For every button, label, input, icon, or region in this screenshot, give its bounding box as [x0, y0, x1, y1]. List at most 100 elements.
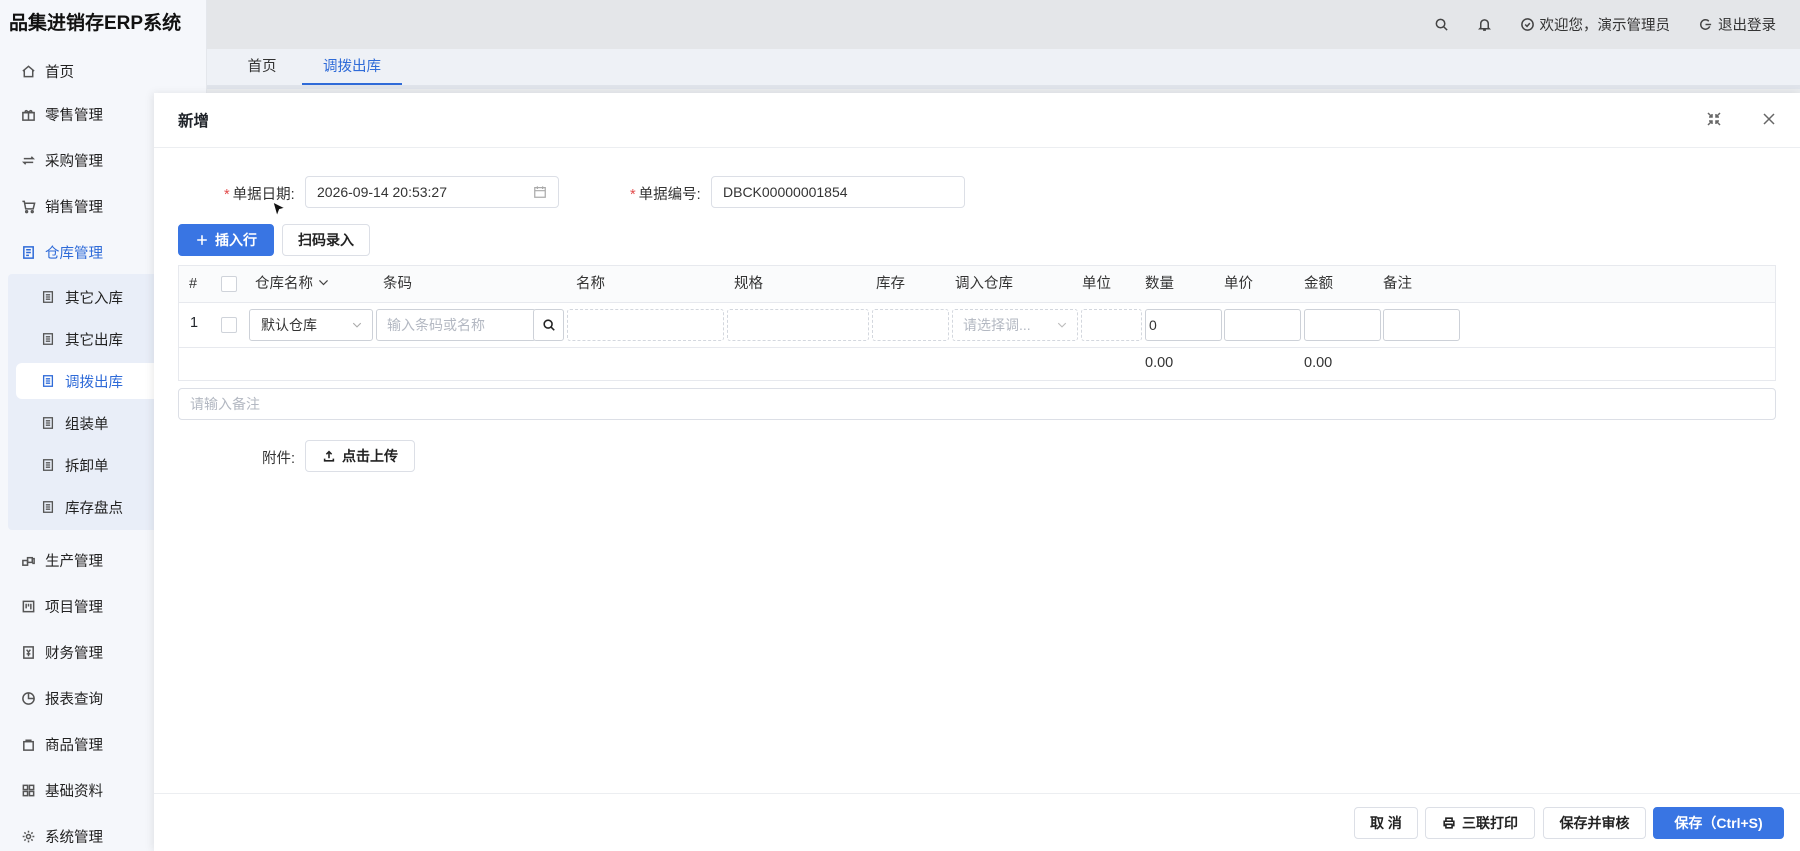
document-icon	[40, 499, 56, 515]
gift-icon	[20, 106, 36, 122]
qty-total: 0.00	[1145, 355, 1174, 371]
select-all-checkbox[interactable]	[221, 276, 237, 292]
price-input[interactable]	[1224, 309, 1301, 341]
note-input[interactable]	[1383, 309, 1460, 341]
close-icon[interactable]	[1761, 111, 1779, 129]
header-unit: 单位	[1082, 276, 1111, 292]
in-warehouse-placeholder: 请选择调...	[963, 317, 1031, 333]
grid-icon	[20, 782, 36, 798]
qty-input[interactable]: 0	[1145, 309, 1222, 341]
document-icon	[40, 289, 56, 305]
sidebar-item-label: 系统管理	[45, 829, 103, 846]
cancel-button[interactable]: 取 消	[1354, 807, 1418, 839]
scan-entry-button[interactable]: 扫码录入	[282, 224, 370, 256]
document-icon	[40, 415, 56, 431]
date-field[interactable]: 2026-09-14 20:53:27	[305, 176, 559, 208]
mouse-cursor-icon	[272, 201, 287, 218]
sidebar-item-label: 商品管理	[45, 737, 103, 754]
sidebar-item-label: 采购管理	[45, 153, 103, 170]
print-button[interactable]: 三联打印	[1425, 807, 1535, 839]
table-header: # 仓库名称 条码 名称 规格 库存 调入仓库 单位 数量 单价 金额 备注	[179, 266, 1775, 303]
save-button[interactable]: 保存（Ctrl+S)	[1653, 807, 1784, 839]
sidebar-item-label: 首页	[45, 64, 74, 81]
header-spec: 规格	[734, 276, 763, 292]
sidebar-item-label: 报表查询	[45, 691, 103, 708]
scan-entry-label: 扫码录入	[298, 232, 354, 248]
number-label-text: 单据编号:	[638, 187, 701, 203]
bag-icon	[20, 736, 36, 752]
sidebar-item-label: 财务管理	[45, 645, 103, 662]
stock-cell[interactable]	[872, 309, 949, 341]
header-name: 名称	[576, 276, 605, 292]
spec-cell[interactable]	[727, 309, 869, 341]
header-qty: 数量	[1145, 276, 1174, 292]
sidebar-item-label: 销售管理	[45, 199, 103, 216]
sidebar-sub-label: 组装单	[65, 416, 109, 433]
document-icon	[40, 373, 56, 389]
sidebar-item-label: 项目管理	[45, 599, 103, 616]
upload-button[interactable]: 点击上传	[305, 440, 415, 472]
chevron-down-icon	[352, 322, 362, 328]
search-icon[interactable]	[1434, 17, 1449, 32]
upload-icon	[323, 450, 335, 462]
sidebar-sub-label: 其它入库	[65, 290, 123, 307]
search-icon	[543, 319, 555, 331]
bell-icon[interactable]	[1477, 17, 1492, 32]
document-icon	[40, 331, 56, 347]
home-icon	[20, 63, 36, 79]
unit-cell[interactable]	[1081, 309, 1142, 341]
table-summary: 0.00 0.00	[179, 348, 1775, 378]
number-label: * 单据编号:	[630, 183, 701, 204]
barcode-search-button[interactable]	[533, 309, 564, 341]
welcome-text: 欢迎您，演示管理员	[1539, 18, 1671, 34]
required-mark: *	[630, 187, 636, 203]
user-welcome[interactable]: 欢迎您，演示管理员	[1520, 14, 1671, 35]
sidebar-sub-label: 拆卸单	[65, 458, 109, 475]
finance-icon	[20, 644, 36, 660]
sidebar-item-home[interactable]: 首页	[0, 51, 207, 91]
row-checkbox[interactable]	[221, 317, 237, 333]
required-mark: *	[224, 187, 230, 203]
gear-icon	[20, 828, 36, 844]
header-price: 单价	[1224, 276, 1253, 292]
insert-row-button[interactable]: 插入行	[178, 224, 274, 256]
sidebar-item-label: 生产管理	[45, 553, 103, 570]
sidebar-item-label: 零售管理	[45, 107, 103, 124]
warehouse-select[interactable]: 默认仓库	[249, 309, 373, 341]
warehouse-value: 默认仓库	[261, 317, 317, 333]
tab-home[interactable]: 首页	[241, 49, 283, 85]
document-icon	[40, 457, 56, 473]
amount-input[interactable]	[1304, 309, 1381, 341]
save-audit-button[interactable]: 保存并审核	[1543, 807, 1646, 839]
remark-input[interactable]: 请输入备注	[178, 388, 1776, 420]
collapse-icon[interactable]	[1706, 111, 1724, 129]
header-warehouse-text: 仓库名称	[255, 276, 313, 292]
header-in-warehouse: 调入仓库	[955, 276, 1013, 292]
remark-placeholder: 请输入备注	[190, 396, 260, 412]
plus-icon	[197, 235, 207, 245]
project-icon	[20, 598, 36, 614]
tab-transfer-out[interactable]: 调拨出库	[302, 49, 402, 85]
header-warehouse[interactable]: 仓库名称	[255, 266, 330, 303]
chevron-down-icon	[319, 280, 329, 286]
print-label: 三联打印	[1462, 815, 1518, 831]
check-circle-icon	[1520, 18, 1534, 31]
in-warehouse-select[interactable]: 请选择调...	[952, 309, 1078, 341]
header-note: 备注	[1383, 276, 1412, 292]
upload-label: 点击上传	[342, 448, 398, 464]
sidebar-item-label: 基础资料	[45, 783, 103, 800]
amount-total: 0.00	[1304, 355, 1333, 371]
save-label: 保存（Ctrl+S)	[1674, 815, 1763, 831]
qty-value: 0	[1149, 317, 1157, 333]
app-title: 品集进销存ERP系统	[0, 0, 206, 48]
sidebar-item-label: 仓库管理	[45, 245, 103, 262]
modal-title: 新增	[178, 113, 210, 130]
attachment-label: 附件:	[262, 451, 296, 467]
logout-button[interactable]: 退出登录	[1698, 14, 1776, 35]
header-barcode: 条码	[383, 276, 412, 292]
bill-number-field[interactable]: DBCK00000001854	[711, 176, 965, 208]
barcode-input[interactable]: 输入条码或名称	[376, 309, 536, 341]
barcode-placeholder: 输入条码或名称	[387, 317, 485, 333]
name-cell[interactable]	[567, 309, 724, 341]
sidebar-sub-label: 库存盘点	[65, 500, 123, 517]
